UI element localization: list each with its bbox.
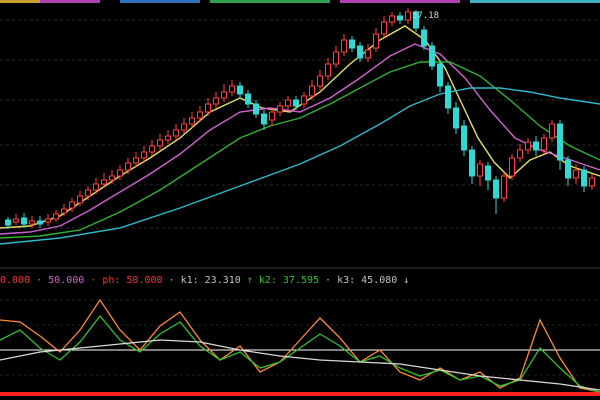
candle-19	[157, 134, 163, 150]
candle-50	[405, 8, 411, 24]
indicator-legend-item-0: 0.000	[0, 274, 31, 286]
indicator-line-1	[0, 298, 600, 393]
candle-55	[445, 82, 451, 114]
candle-37	[301, 92, 307, 108]
indicator-legend-item-5: · k3: 45.080	[325, 274, 398, 286]
indicator-legend-item-2: · ph: 50.000	[90, 274, 163, 286]
candle-66	[533, 136, 539, 156]
candle-22	[181, 118, 187, 134]
candle-26	[213, 92, 219, 108]
candle-64	[517, 144, 523, 162]
candle-5	[45, 214, 51, 226]
indicator-legend: 0.000 · 50.000 · ph: 50.000 · k1: 23.310 ↑ k…	[0, 270, 600, 290]
moving-average-layer	[0, 25, 600, 245]
candle-65	[525, 138, 531, 154]
candle-39	[317, 70, 323, 90]
candle-41	[333, 46, 339, 68]
indicator-lines	[0, 298, 600, 393]
indicator-legend-item-1: · 50.000	[36, 274, 85, 286]
candle-56	[453, 102, 459, 134]
candle-31	[253, 100, 259, 118]
candle-73	[589, 174, 595, 190]
candle-61	[493, 176, 499, 214]
candle-30	[245, 90, 251, 108]
stock-chart: 57.18 0.000 · 50.000 · ph: 50.000 · k1: 23.…	[0, 0, 600, 400]
candle-17	[141, 146, 147, 162]
candle-46	[373, 28, 379, 52]
candle-25	[205, 98, 211, 116]
candle-62	[501, 172, 507, 202]
indicator-grid	[0, 299, 600, 376]
candle-53	[429, 42, 435, 70]
candle-18	[149, 140, 155, 156]
candle-49	[397, 12, 403, 24]
indicator-legend-item-4: ↑ k2: 37.595	[246, 274, 320, 286]
indicator-line-2	[0, 314, 600, 393]
indicator-panel	[0, 298, 600, 396]
indicator-level-lines	[0, 349, 600, 396]
indicator-legend-item-3: · k1: 23.310	[168, 274, 241, 286]
candle-59	[477, 160, 483, 186]
candle-34	[277, 102, 283, 116]
candle-6	[53, 210, 59, 222]
candle-54	[437, 60, 443, 92]
candle-57	[461, 120, 467, 156]
candle-45	[365, 44, 371, 62]
candle-72	[581, 166, 587, 192]
candle-40	[325, 58, 331, 80]
candle-27	[221, 84, 227, 102]
candle-42	[341, 34, 347, 56]
candle-47	[381, 16, 387, 38]
candle-29	[237, 82, 243, 99]
candle-35	[285, 96, 291, 110]
candle-70	[565, 156, 571, 186]
candle-44	[357, 42, 363, 62]
moving-average-2	[0, 43, 600, 235]
candle-60	[485, 162, 491, 190]
moving-average-3	[0, 61, 600, 239]
candle-1	[13, 214, 19, 225]
candle-20	[165, 130, 171, 144]
candle-63	[509, 154, 515, 180]
main-price-panel	[0, 8, 600, 269]
candle-21	[173, 124, 179, 140]
candle-58	[469, 146, 475, 184]
candle-68	[549, 120, 555, 142]
indicator-legend-item-6: ↓	[403, 274, 410, 286]
moving-average-1	[0, 25, 600, 229]
candle-28	[229, 80, 235, 96]
candle-4	[37, 216, 43, 228]
candle-48	[389, 12, 395, 26]
peak-price-label: 57.18	[412, 11, 440, 21]
candle-43	[349, 36, 355, 52]
candle-69	[557, 120, 563, 170]
candle-33	[269, 108, 275, 126]
candle-36	[293, 96, 299, 110]
candle-52	[421, 26, 427, 50]
main-grid	[0, 19, 600, 269]
